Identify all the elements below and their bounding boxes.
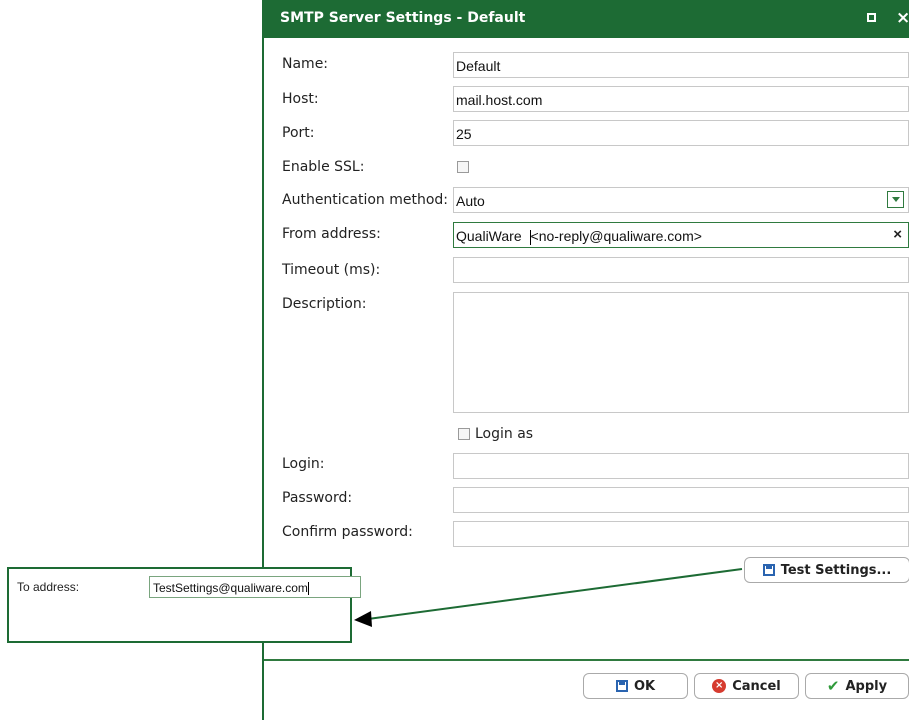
to-address-label: To address: <box>17 580 80 594</box>
password-field[interactable] <box>453 487 909 513</box>
to-address-field[interactable]: TestSettings@qualiware.com <box>149 576 361 598</box>
name-label: Name: <box>282 56 329 72</box>
apply-button[interactable]: ✔ Apply <box>805 673 909 699</box>
port-label: Port: <box>282 125 315 141</box>
confirm-password-label: Confirm password: <box>282 524 413 540</box>
save-icon <box>762 564 775 576</box>
port-field[interactable]: 25 <box>453 120 909 146</box>
ok-button[interactable]: OK <box>583 673 688 699</box>
test-settings-button[interactable]: Test Settings... <box>744 557 909 583</box>
smtp-settings-dialog: SMTP Server Settings - Default × Name: D… <box>262 0 909 720</box>
dialog-title: SMTP Server Settings - Default <box>280 10 526 26</box>
title-bar[interactable]: SMTP Server Settings - Default × <box>264 0 909 38</box>
host-field[interactable]: mail.host.com <box>453 86 909 112</box>
cancel-label: Cancel <box>732 678 781 694</box>
apply-label: Apply <box>845 678 888 694</box>
clear-icon[interactable]: × <box>893 226 902 243</box>
save-icon <box>615 680 628 692</box>
checkmark-icon: ✔ <box>826 677 840 695</box>
timeout-label: Timeout (ms): <box>282 262 381 278</box>
auth-method-select[interactable]: Auto <box>453 187 909 213</box>
text-cursor <box>307 582 309 596</box>
host-label: Host: <box>282 91 319 107</box>
from-address-label: From address: <box>282 226 381 242</box>
from-address-email: <no-reply@qualiware.com> <box>530 228 702 244</box>
login-label: Login: <box>282 456 325 472</box>
close-icon[interactable]: × <box>896 8 909 28</box>
auth-method-value: Auto <box>456 193 485 209</box>
login-as-label: Login as <box>475 426 534 442</box>
test-settings-popup: To address: TestSettings@qualiware.com <box>7 567 361 643</box>
maximize-icon[interactable] <box>867 13 876 22</box>
footer-divider <box>264 659 909 661</box>
login-field[interactable] <box>453 453 909 479</box>
auth-method-label: Authentication method: <box>282 192 449 208</box>
to-address-value: TestSettings@qualiware.com <box>153 581 308 595</box>
cancel-button[interactable]: × Cancel <box>694 673 799 699</box>
chevron-down-icon[interactable] <box>887 191 904 208</box>
from-address-name: QualiWare <box>456 228 522 244</box>
password-label: Password: <box>282 490 353 506</box>
login-as-checkbox[interactable] <box>458 428 470 440</box>
name-field[interactable]: Default <box>453 52 909 78</box>
cancel-icon: × <box>712 679 727 693</box>
ok-label: OK <box>633 678 656 694</box>
confirm-password-field[interactable] <box>453 521 909 547</box>
description-label: Description: <box>282 296 367 312</box>
from-address-field[interactable]: QualiWare <no-reply@qualiware.com> × <box>453 222 909 248</box>
enable-ssl-checkbox[interactable] <box>457 161 469 173</box>
test-settings-label: Test Settings... <box>780 562 892 578</box>
enable-ssl-label: Enable SSL: <box>282 159 365 175</box>
timeout-field[interactable] <box>453 257 909 283</box>
description-textarea[interactable] <box>453 292 909 413</box>
